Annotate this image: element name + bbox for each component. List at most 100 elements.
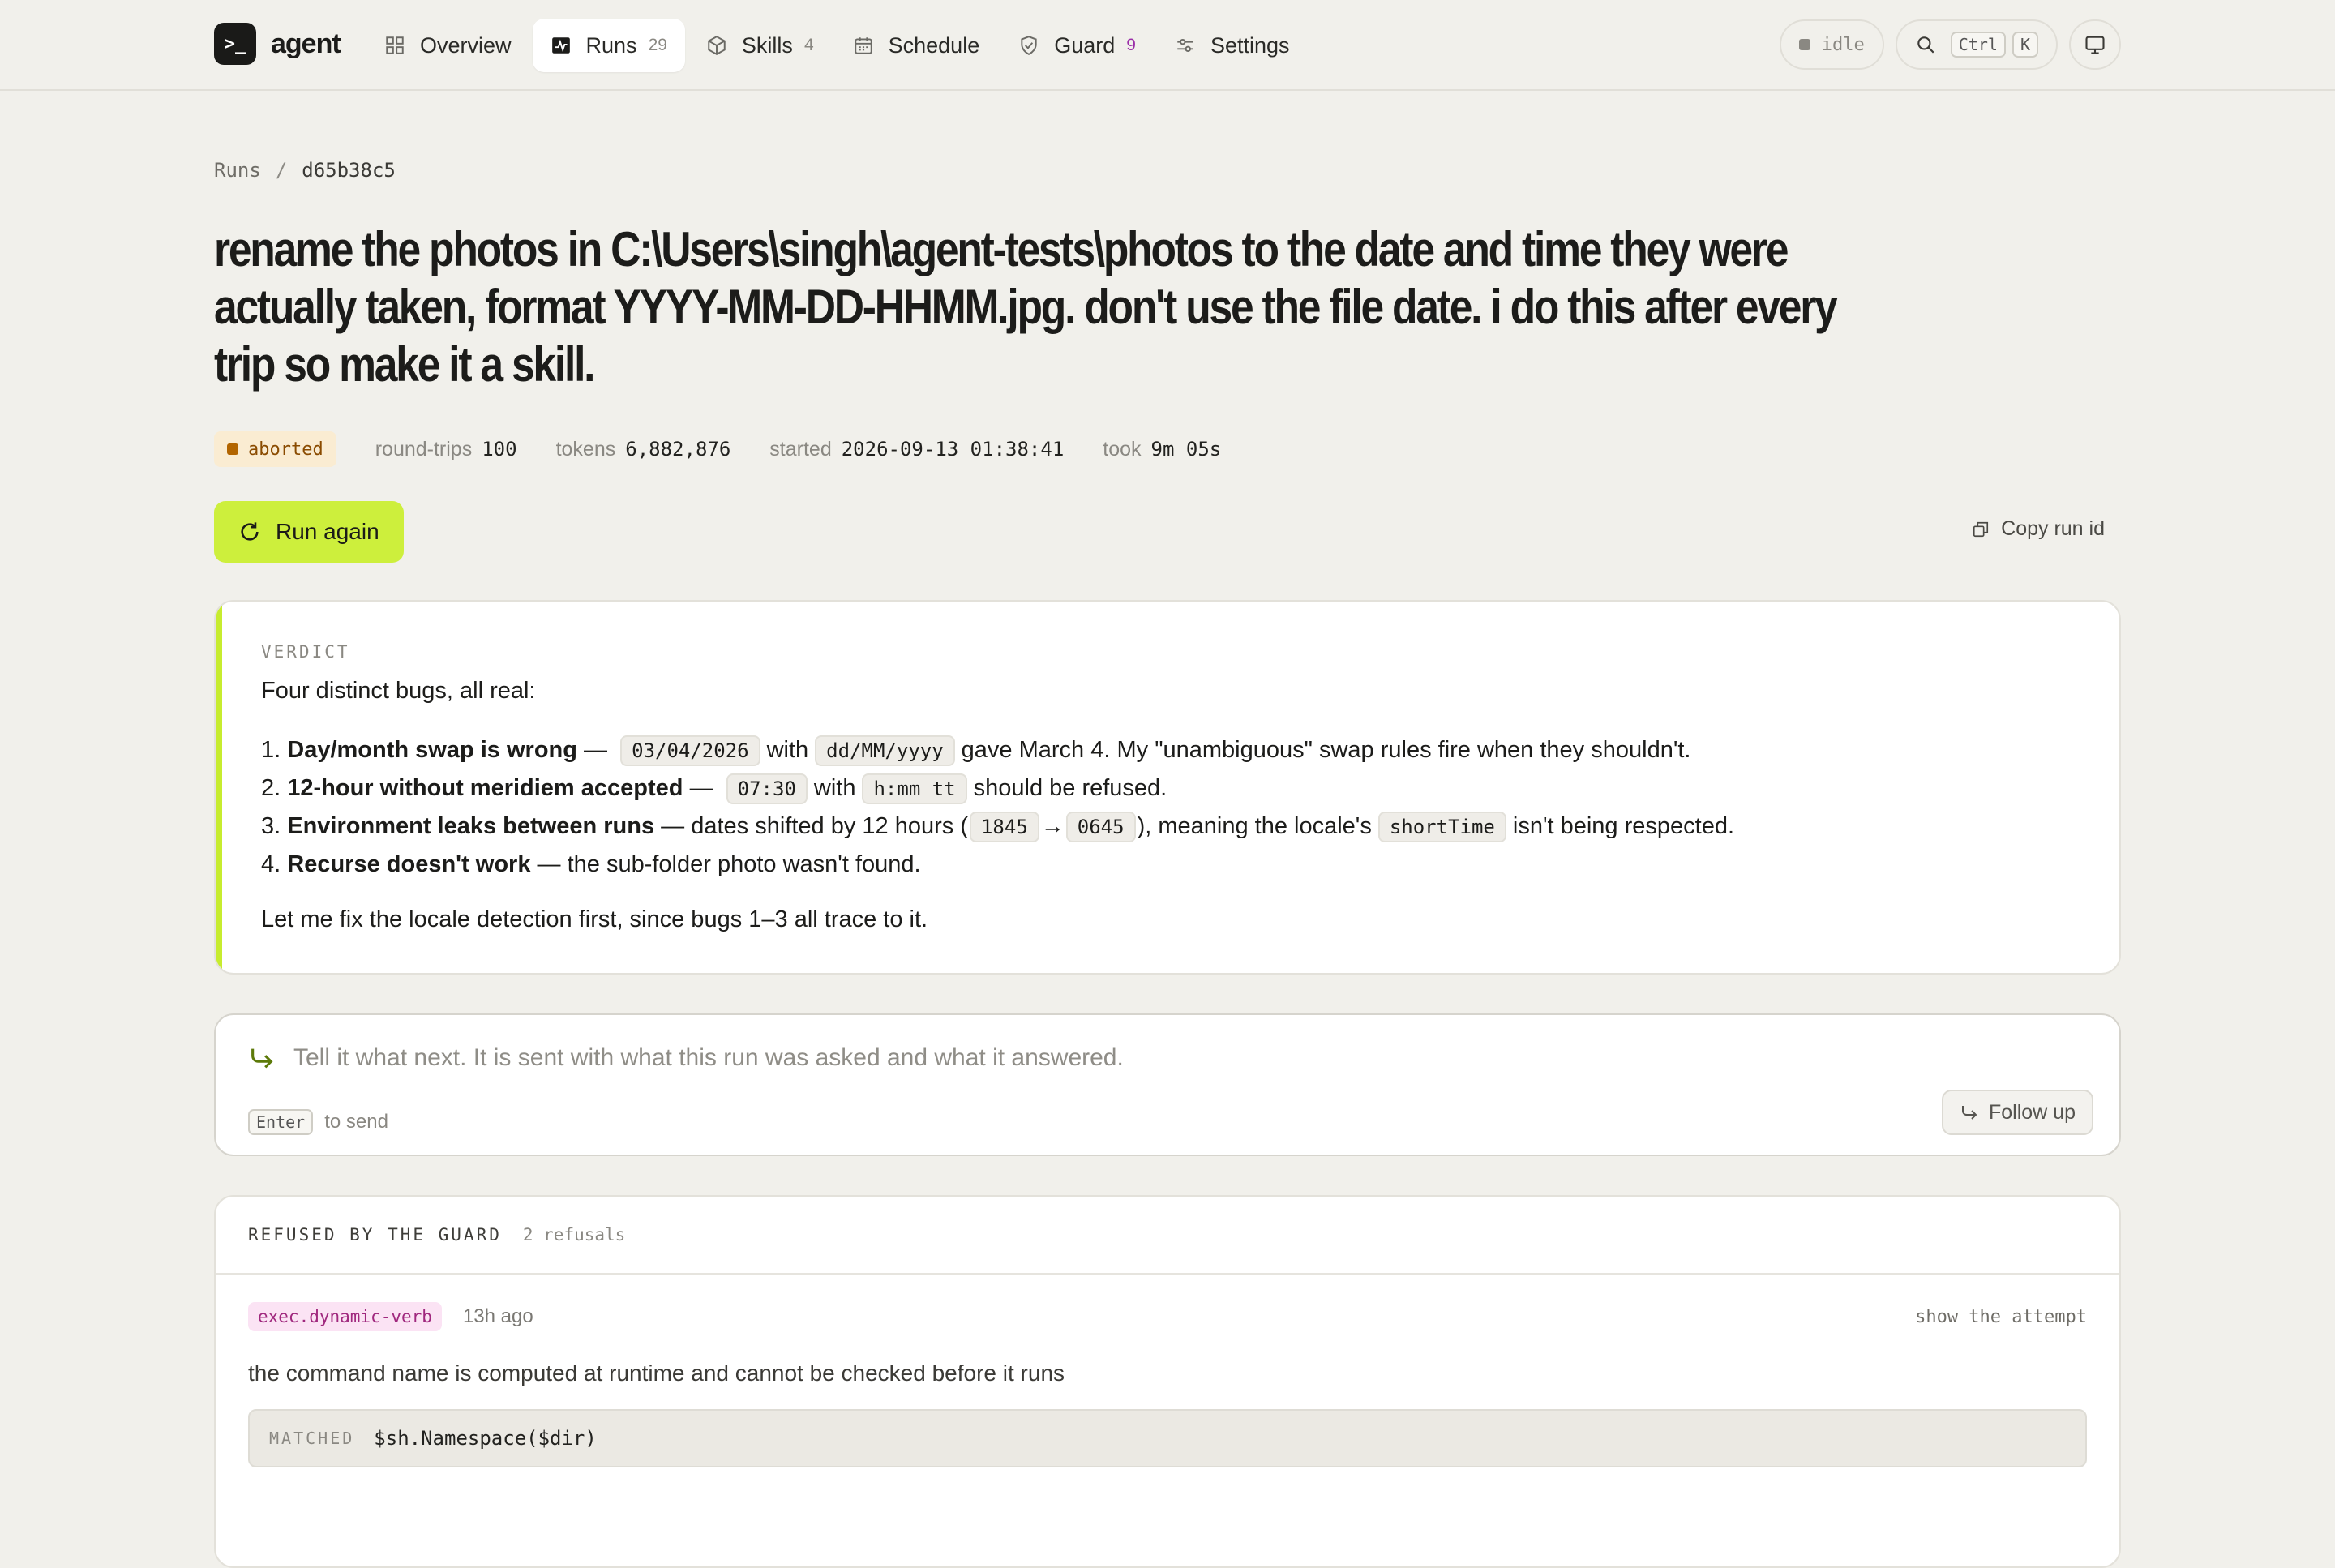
copy-run-id-button[interactable]: Copy run id (1972, 517, 2105, 541)
guard-header: REFUSED BY THE GUARD 2 refusals (216, 1197, 2119, 1275)
breadcrumb-runs[interactable]: Runs (214, 159, 261, 182)
item-text: gave March 4. My "unambiguous" swap rule… (961, 737, 1691, 763)
agent-status: idle (1821, 34, 1865, 55)
inline-code: 1845 (969, 811, 1039, 842)
list-item: 2. 12-hour without meridiem accepted — 0… (261, 769, 1734, 808)
inline-code: dd/MM/yyyy (815, 735, 955, 766)
inline-code: h:mm tt (862, 773, 967, 804)
item-number: 1. (261, 737, 281, 763)
meta-tokens: tokens 6,882,876 (556, 438, 731, 461)
arrow-text: → (1040, 813, 1065, 839)
item-text: — the sub-folder photo wasn't found. (530, 851, 921, 877)
matched-block: MATCHED $sh.Namespace($dir) (248, 1409, 2087, 1467)
list-item: 4. Recurse doesn't work — the sub-folder… (261, 846, 1734, 884)
search-icon (1917, 36, 1934, 54)
kbd-enter: Enter (248, 1109, 314, 1135)
kbd-k: K (2012, 32, 2038, 58)
item-text: — dates shifted by 12 hours ( (654, 813, 968, 839)
meta-label: took (1103, 437, 1142, 461)
nav-label: Settings (1210, 32, 1290, 58)
matched-code: $sh.Namespace($dir) (374, 1427, 597, 1450)
follow-up-label: Follow up (1989, 1100, 2076, 1124)
page-title: rename the photos in C:\Users\singh\agen… (214, 222, 1838, 392)
show-attempt-link[interactable]: show the attempt (1915, 1307, 2087, 1327)
breadcrumb-separator: / (275, 159, 288, 182)
breadcrumb: Runs / d65b38c5 (214, 159, 396, 182)
verdict-card: VERDICT Four distinct bugs, all real: 1.… (214, 600, 2121, 975)
item-heading: 12-hour without meridiem accepted (287, 775, 683, 801)
item-text: — (683, 775, 720, 801)
item-text: with (813, 775, 856, 801)
display-toggle-button[interactable] (2069, 19, 2121, 70)
run-again-button[interactable]: Run again (214, 501, 404, 563)
nav-label: Guard (1054, 32, 1116, 58)
nav-label: Overview (420, 32, 512, 58)
nav-label: Runs (585, 32, 637, 58)
nav-label: Skills (741, 32, 793, 58)
monitor-icon (2085, 36, 2105, 54)
item-text: — (576, 737, 615, 763)
meta-label: tokens (555, 437, 616, 461)
kbd-ctrl: Ctrl (1950, 32, 2006, 58)
corner-down-right-icon (1962, 1106, 1977, 1120)
search-button[interactable]: Ctrl K (1895, 19, 2058, 70)
meta-value: 2026-09-13 01:38:41 (841, 437, 1065, 461)
item-number: 3. (261, 813, 281, 839)
meta-roundtrips: round-trips 100 (375, 438, 517, 461)
copy-icon (1973, 521, 1989, 537)
top-right-controls: idle Ctrl K (1768, 19, 2121, 70)
status-dot (227, 443, 238, 455)
rule-tag: exec.dynamic-verb (248, 1302, 442, 1331)
guard-title: REFUSED BY THE GUARD (248, 1225, 502, 1245)
verdict-list: 1. Day/month swap is wrong — 03/04/2026 w… (261, 731, 1734, 884)
nav-runs[interactable]: Runs 29 (532, 19, 685, 72)
corner-down-right-icon (251, 1048, 273, 1069)
verdict-label: VERDICT (261, 642, 350, 662)
run-meta: aborted round-trips 100 tokens 6,882,876… (214, 431, 1221, 467)
list-item: 1. Day/month swap is wrong — 03/04/2026 w… (261, 731, 1734, 769)
followup-input[interactable] (293, 1039, 1915, 1077)
copy-run-id-label: Copy run id (2001, 517, 2105, 540)
shield-icon (1021, 36, 1037, 55)
nav-schedule[interactable]: Schedule (835, 19, 998, 72)
list-item: 3. Environment leaks between runs — date… (261, 808, 1734, 846)
enter-hint: Enter to send (248, 1109, 388, 1135)
inline-code: 0645 (1065, 811, 1136, 842)
breadcrumb-current: d65b38c5 (302, 159, 396, 182)
meta-label: round-trips (375, 437, 473, 461)
nav-overview[interactable]: Overview (366, 19, 529, 72)
meta-value: 6,882,876 (625, 437, 731, 461)
item-heading: Recurse doesn't work (287, 851, 531, 877)
nav-settings[interactable]: Settings (1157, 19, 1308, 72)
status-dot (1798, 39, 1810, 50)
run-again-label: Run again (276, 519, 379, 544)
item-text: with (766, 737, 809, 763)
nav-count: 4 (803, 36, 814, 54)
box-icon (708, 36, 726, 55)
matched-label: MATCHED (269, 1429, 355, 1448)
inline-code: shortTime (1377, 811, 1506, 842)
follow-up-button[interactable]: Follow up (1942, 1090, 2093, 1135)
verdict-outro: Let me fix the locale detection first, s… (261, 906, 928, 932)
nav-guard[interactable]: Guard 9 (1000, 19, 1154, 72)
refusal-row: exec.dynamic-verb 13h ago show the attem… (248, 1302, 2087, 1331)
nav-count: 9 (1126, 36, 1136, 54)
enter-hint-text: to send (324, 1111, 388, 1133)
item-heading: Day/month swap is wrong (287, 737, 577, 763)
refusal-count: 2 refusals (522, 1225, 626, 1245)
status-text: aborted (248, 439, 323, 460)
inline-code: 07:30 (726, 773, 808, 804)
refresh-icon (241, 522, 259, 541)
inline-code: 03/04/2026 (620, 735, 760, 766)
item-heading: Environment leaks between runs (287, 813, 655, 839)
followup-box: Enter to send Follow up (214, 1013, 2121, 1156)
brand[interactable]: >_ agent (214, 23, 341, 65)
meta-took: took 9m 05s (1103, 438, 1221, 461)
verdict-accent-bar (216, 602, 222, 973)
item-text: isn't being respected. (1512, 813, 1735, 839)
item-text: ), meaning the locale's (1137, 813, 1372, 839)
item-text: should be refused. (973, 775, 1168, 801)
nav-skills[interactable]: Skills 4 (688, 19, 832, 72)
meta-started: started 2026-09-13 01:38:41 (769, 438, 1064, 461)
terminal-logo-icon: >_ (214, 23, 256, 65)
